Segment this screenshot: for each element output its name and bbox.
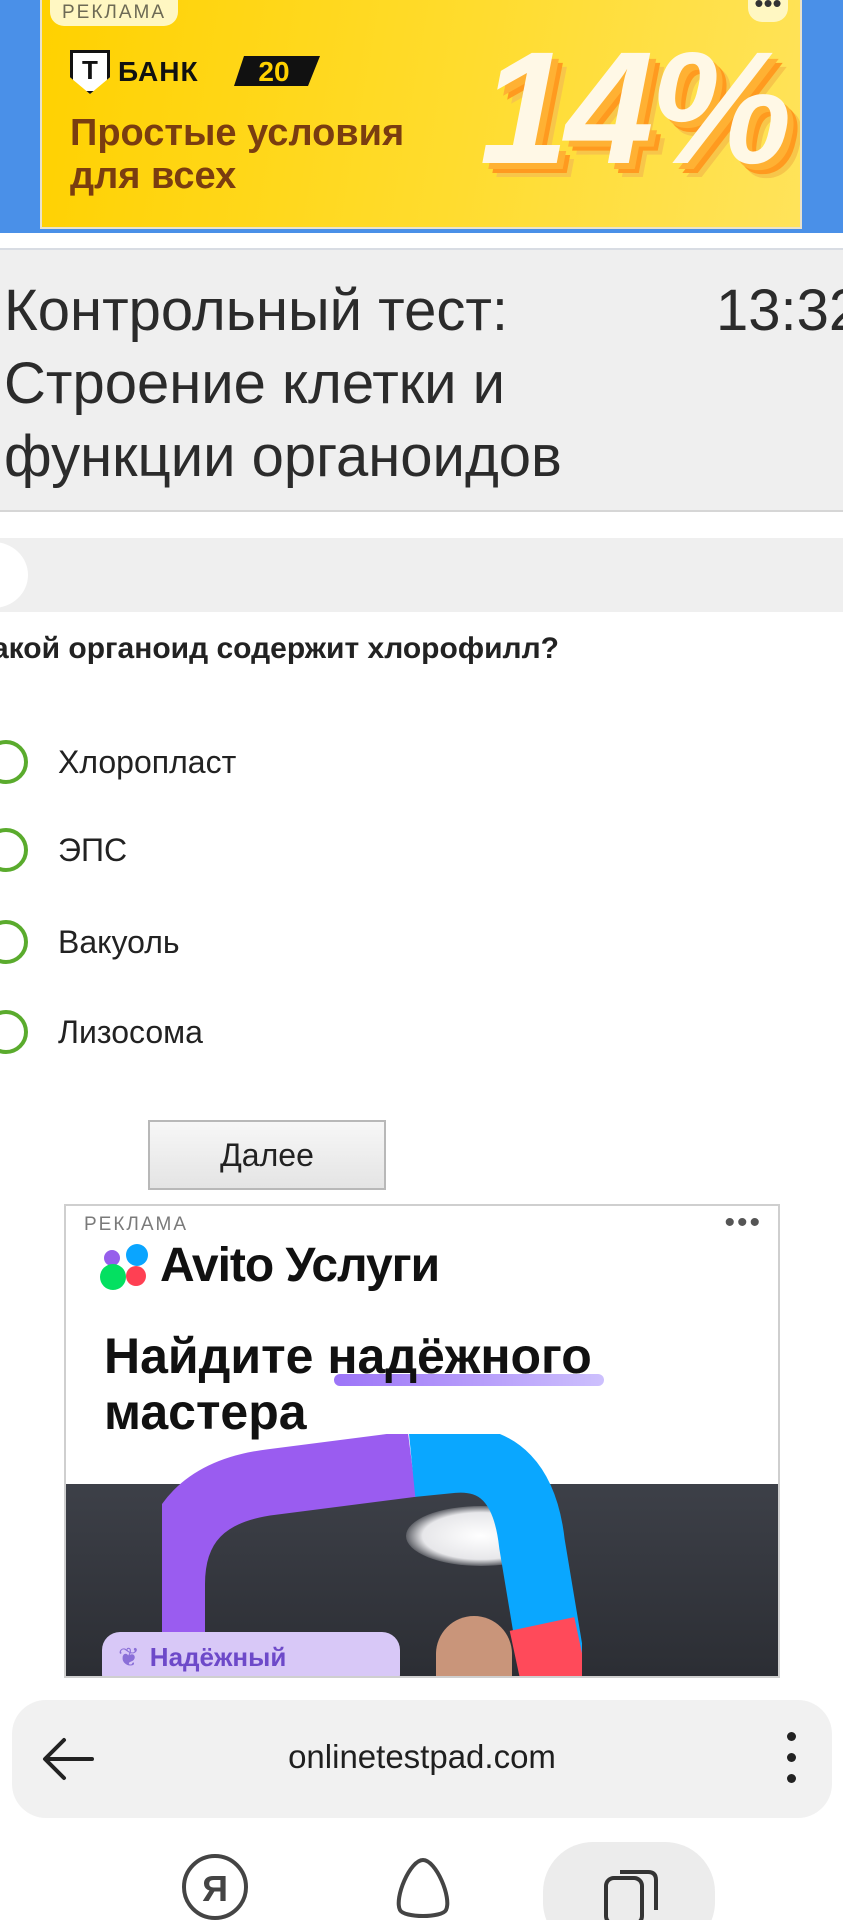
tbank-rate: 14% (479, 18, 792, 197)
radio-button[interactable] (0, 920, 28, 964)
avito-headline: Найдите надёжного мастера (104, 1328, 592, 1440)
avito-headline-line1: Найдите надёжного (104, 1328, 592, 1384)
browser-address-bar[interactable]: onlinetestpad.com (12, 1700, 832, 1818)
answer-option[interactable]: Вакуоль (0, 914, 180, 970)
answer-option-label: Лизосома (58, 1013, 203, 1050)
question-text: акой органоид содержит хлорофилл? (0, 632, 559, 665)
reliable-badge-text: Надёжный (149, 1642, 287, 1672)
question-number-badge: 2 (0, 542, 28, 608)
avito-headline-line2: мастера (104, 1384, 307, 1440)
timer: 13:32 (716, 278, 843, 343)
yandex-icon[interactable]: Я (182, 1854, 248, 1920)
ad-label: РЕКЛАМА (50, 0, 179, 26)
radio-button[interactable] (0, 828, 28, 872)
tbank-logo: Т БАНК (70, 50, 199, 94)
answer-option[interactable]: ЭПС (0, 822, 127, 878)
alice-icon[interactable] (390, 1854, 456, 1920)
browser-bottom-nav: Я (0, 1830, 843, 1920)
ad-more-icon[interactable]: ••• (724, 1206, 762, 1240)
tbank-headline: Простые условия для всех (70, 112, 404, 198)
radio-button[interactable] (0, 740, 28, 784)
page-title: Контрольный тест: Строение клетки и функ… (4, 274, 644, 493)
avito-ad-banner[interactable]: РЕКЛАМА ••• Avito Услуги Найдите надёжно… (64, 1204, 780, 1678)
page-title-line3: функции органоидов (4, 424, 562, 489)
next-button[interactable]: Далее (148, 1120, 386, 1190)
top-ad-container: РЕКЛАМА ••• Т БАНК 20 Простые условия дл… (0, 0, 843, 233)
kebab-menu-icon[interactable] (784, 1732, 798, 1788)
answer-option[interactable]: Лизосома (0, 1004, 203, 1060)
anniversary-text: 20 (258, 56, 289, 87)
page-title-line2: Строение клетки и (4, 351, 506, 416)
answer-option-label: Вакуоль (58, 923, 180, 960)
anniversary-20-icon: 20 (234, 56, 320, 87)
avito-brand: Avito Услуги (160, 1239, 440, 1292)
answer-option-label: ЭПС (58, 831, 128, 868)
tbank-shield-icon: Т (70, 50, 110, 94)
answer-option[interactable]: Хлоропласт (0, 734, 236, 790)
test-title-bar: Контрольный тест: Строение клетки и функ… (0, 248, 843, 512)
tbank-name: БАНК (118, 56, 199, 87)
answer-option-label: Хлоропласт (58, 743, 237, 780)
page-title-line1: Контрольный тест: (4, 278, 509, 343)
avito-dots-icon (100, 1242, 152, 1290)
tabs-icon[interactable] (598, 1864, 664, 1920)
avito-logo: Avito Услуги (100, 1238, 440, 1293)
tbank-headline-line1: Простые условия (70, 112, 405, 154)
url-text[interactable]: onlinetestpad.com (12, 1738, 832, 1776)
tbank-ad-banner[interactable]: РЕКЛАМА ••• Т БАНК 20 Простые условия дл… (40, 0, 802, 229)
reliable-badge: ❦ Надёжный (102, 1632, 400, 1676)
question-header: 2 (0, 538, 843, 612)
radio-button[interactable] (0, 1010, 28, 1054)
laurel-icon: ❦ (118, 1642, 140, 1672)
tbank-headline-line2: для всех (70, 155, 237, 197)
ad-label: РЕКЛАМА (84, 1214, 189, 1235)
tbank-letter: Т (82, 55, 98, 85)
